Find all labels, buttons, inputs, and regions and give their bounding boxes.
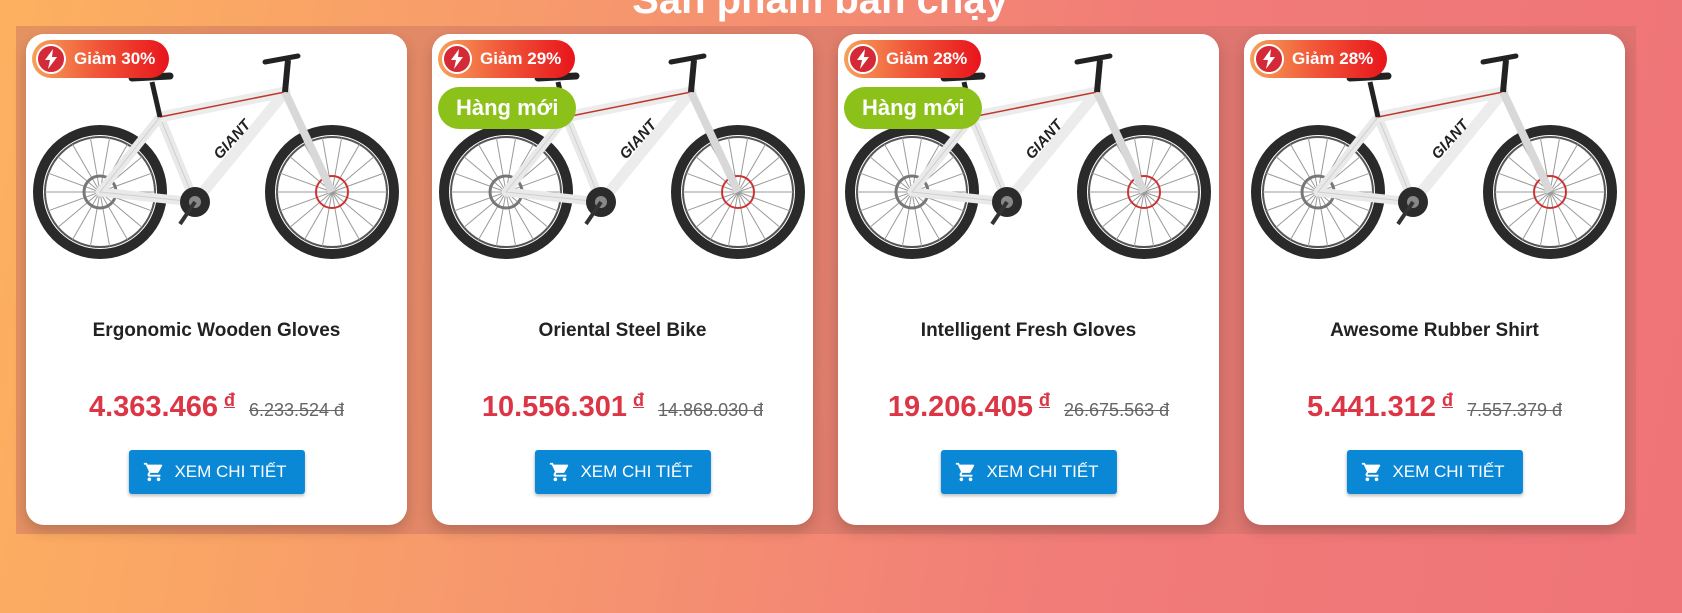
sale-badge: Giảm 29% (438, 40, 576, 78)
sale-badge: Giảm 30% (32, 40, 170, 78)
button-label: XEM CHI TIẾT (1392, 462, 1505, 481)
price-row: 4.363.466 đ 6.233.524 đ (26, 390, 407, 424)
product-card[interactable]: GIANT Giảm 30% Ergonomic Wooden Gloves 4… (26, 34, 407, 525)
view-details-button[interactable]: XEM CHI TIẾT (128, 450, 305, 494)
shopping-cart-icon (1360, 461, 1382, 483)
currency-symbol: đ (633, 390, 645, 410)
sale-badge: Giảm 28% (1250, 40, 1388, 78)
product-list: GIANT Giảm 30% Ergonomic Wooden Gloves 4… (26, 34, 1625, 525)
price-row: 10.556.301 đ 14.868.030 đ (432, 390, 813, 424)
shopping-cart-icon (548, 461, 570, 483)
original-price: 14.868.030 đ (658, 400, 764, 420)
new-product-badge: Hàng mới (438, 87, 577, 129)
product-name[interactable]: Oriental Steel Bike (432, 320, 813, 342)
shopping-cart-icon (954, 461, 976, 483)
view-details-button[interactable]: XEM CHI TIẾT (1346, 450, 1523, 494)
sale-label: Giảm 28% (886, 49, 968, 68)
product-name[interactable]: Intelligent Fresh Gloves (838, 320, 1219, 342)
product-card[interactable]: GIANT Giảm 28% Hàng mới Intelligent Fres… (838, 34, 1219, 525)
sale-price: 5.441.312 đ (1306, 390, 1453, 423)
currency-symbol: đ (1039, 390, 1051, 410)
original-price: 7.557.379 đ (1466, 400, 1563, 420)
product-name[interactable]: Awesome Rubber Shirt (1244, 320, 1625, 342)
section-title: Sản phẩm bán chạy (632, 0, 1008, 22)
product-name[interactable]: Ergonomic Wooden Gloves (26, 320, 407, 342)
sale-badge: Giảm 28% (844, 40, 982, 78)
currency-symbol: đ (223, 390, 235, 410)
sale-price: 10.556.301 đ (481, 390, 645, 423)
currency-symbol: đ (1441, 390, 1453, 410)
new-product-badge: Hàng mới (844, 87, 983, 129)
lightning-bolt-icon (36, 44, 66, 74)
button-label: XEM CHI TIẾT (580, 462, 693, 481)
price-row: 5.441.312 đ 7.557.379 đ (1244, 390, 1625, 424)
original-price: 6.233.524 đ (248, 400, 345, 420)
button-label: XEM CHI TIẾT (986, 462, 1099, 481)
original-price: 26.675.563 đ (1064, 400, 1170, 420)
lightning-bolt-icon (442, 44, 472, 74)
shopping-cart-icon (142, 461, 164, 483)
product-card[interactable]: GIANT Giảm 29% Hàng mới Oriental Steel B… (432, 34, 813, 525)
sale-label: Giảm 30% (74, 49, 156, 68)
sale-label: Giảm 29% (480, 49, 562, 68)
lightning-bolt-icon (848, 44, 878, 74)
view-details-button[interactable]: XEM CHI TIẾT (940, 450, 1117, 494)
lightning-bolt-icon (1254, 44, 1284, 74)
view-details-button[interactable]: XEM CHI TIẾT (534, 450, 711, 494)
sale-price: 4.363.466 đ (88, 390, 235, 423)
price-row: 19.206.405 đ 26.675.563 đ (838, 390, 1219, 424)
sale-price: 19.206.405 đ (887, 390, 1051, 423)
product-card[interactable]: GIANT Giảm 28% Awesome Rubber Shirt 5.44… (1244, 34, 1625, 525)
button-label: XEM CHI TIẾT (174, 462, 287, 481)
sale-label: Giảm 28% (1292, 49, 1374, 68)
